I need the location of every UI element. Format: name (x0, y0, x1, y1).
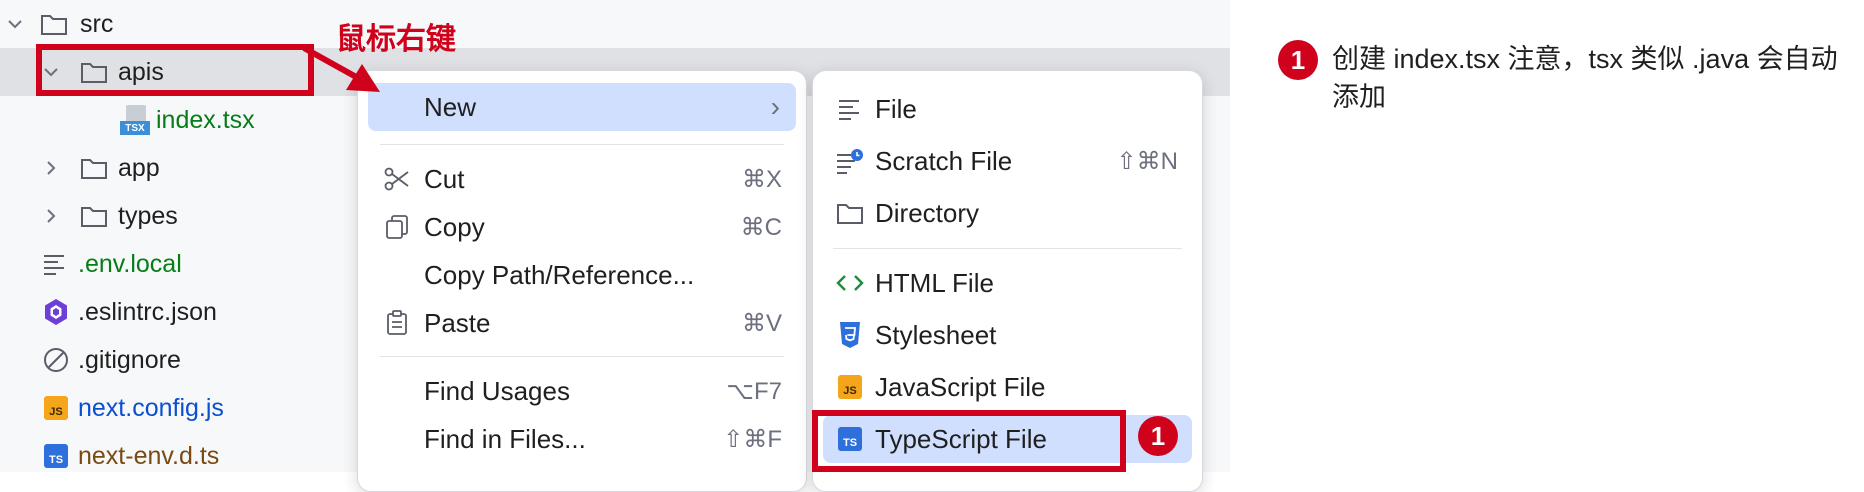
chevron-right-icon: › (770, 91, 780, 122)
menu-item-new[interactable]: New › (368, 83, 796, 131)
js-file-icon: JS (44, 396, 68, 420)
folder-icon (80, 156, 108, 180)
menu-item-cut[interactable]: Cut ⌘X (368, 155, 796, 203)
menu-item-find-usages[interactable]: Find Usages ⌥F7 (368, 367, 796, 415)
apis-highlight-box (36, 44, 314, 96)
tree-item-label: app (118, 153, 160, 182)
tree-item-label: next-env.d.ts (78, 441, 220, 470)
js-file-icon: JS (835, 372, 865, 402)
chevron-right-icon[interactable] (40, 205, 62, 227)
html-icon (835, 268, 865, 298)
chevron-right-icon[interactable] (40, 157, 62, 179)
menu-separator (380, 144, 784, 145)
arrow-icon (302, 45, 380, 92)
submenu-item-scratch-file[interactable]: Scratch File ⇧⌘N (823, 137, 1192, 185)
menu-item-copy[interactable]: Copy ⌘C (368, 203, 796, 251)
css-icon (835, 320, 865, 350)
context-menu: New › Cut ⌘X Copy ⌘C Copy Path/Reference… (357, 70, 807, 492)
menu-item-copy-path[interactable]: Copy Path/Reference... (368, 251, 796, 299)
tsx-file-icon: TSX (120, 105, 150, 135)
ignore-icon (42, 346, 70, 374)
step-number-badge: 1 (1138, 416, 1178, 456)
scissors-icon (382, 164, 412, 194)
note-number-badge: 1 (1278, 40, 1318, 80)
menu-separator (833, 248, 1182, 249)
chevron-down-icon[interactable] (4, 13, 26, 35)
ts-file-icon: TS (44, 444, 68, 468)
text-file-icon (42, 253, 68, 275)
tree-item-label: .eslintrc.json (78, 297, 217, 326)
clipboard-icon (382, 308, 412, 338)
scratch-file-icon (835, 146, 865, 176)
submenu-item-html-file[interactable]: HTML File (823, 259, 1192, 307)
folder-icon (80, 204, 108, 228)
tree-item-label: index.tsx (156, 105, 255, 134)
folder-icon (40, 12, 68, 36)
tree-item-src[interactable]: src (0, 0, 1230, 48)
tree-item-label: .gitignore (78, 345, 181, 374)
copy-icon (382, 212, 412, 242)
menu-separator (380, 356, 784, 357)
submenu-item-directory[interactable]: Directory (823, 189, 1192, 237)
text-file-icon (835, 94, 865, 124)
tree-item-label: .env.local (78, 249, 182, 278)
note-text: 创建 index.tsx 注意，tsx 类似 .java 会自动添加 (1332, 44, 1838, 112)
menu-item-find-in-files[interactable]: Find in Files... ⇧⌘F (368, 415, 796, 463)
tree-item-label: next.config.js (78, 393, 224, 422)
submenu-item-stylesheet[interactable]: Stylesheet (823, 311, 1192, 359)
submenu-item-javascript-file[interactable]: JS JavaScript File (823, 363, 1192, 411)
menu-item-paste[interactable]: Paste ⌘V (368, 299, 796, 347)
typescript-file-highlight-box (812, 410, 1126, 472)
eslint-icon (42, 298, 70, 326)
tree-item-label: src (80, 9, 114, 38)
tree-item-label: types (118, 201, 178, 230)
folder-icon (835, 198, 865, 228)
submenu-item-file[interactable]: File (823, 85, 1192, 133)
